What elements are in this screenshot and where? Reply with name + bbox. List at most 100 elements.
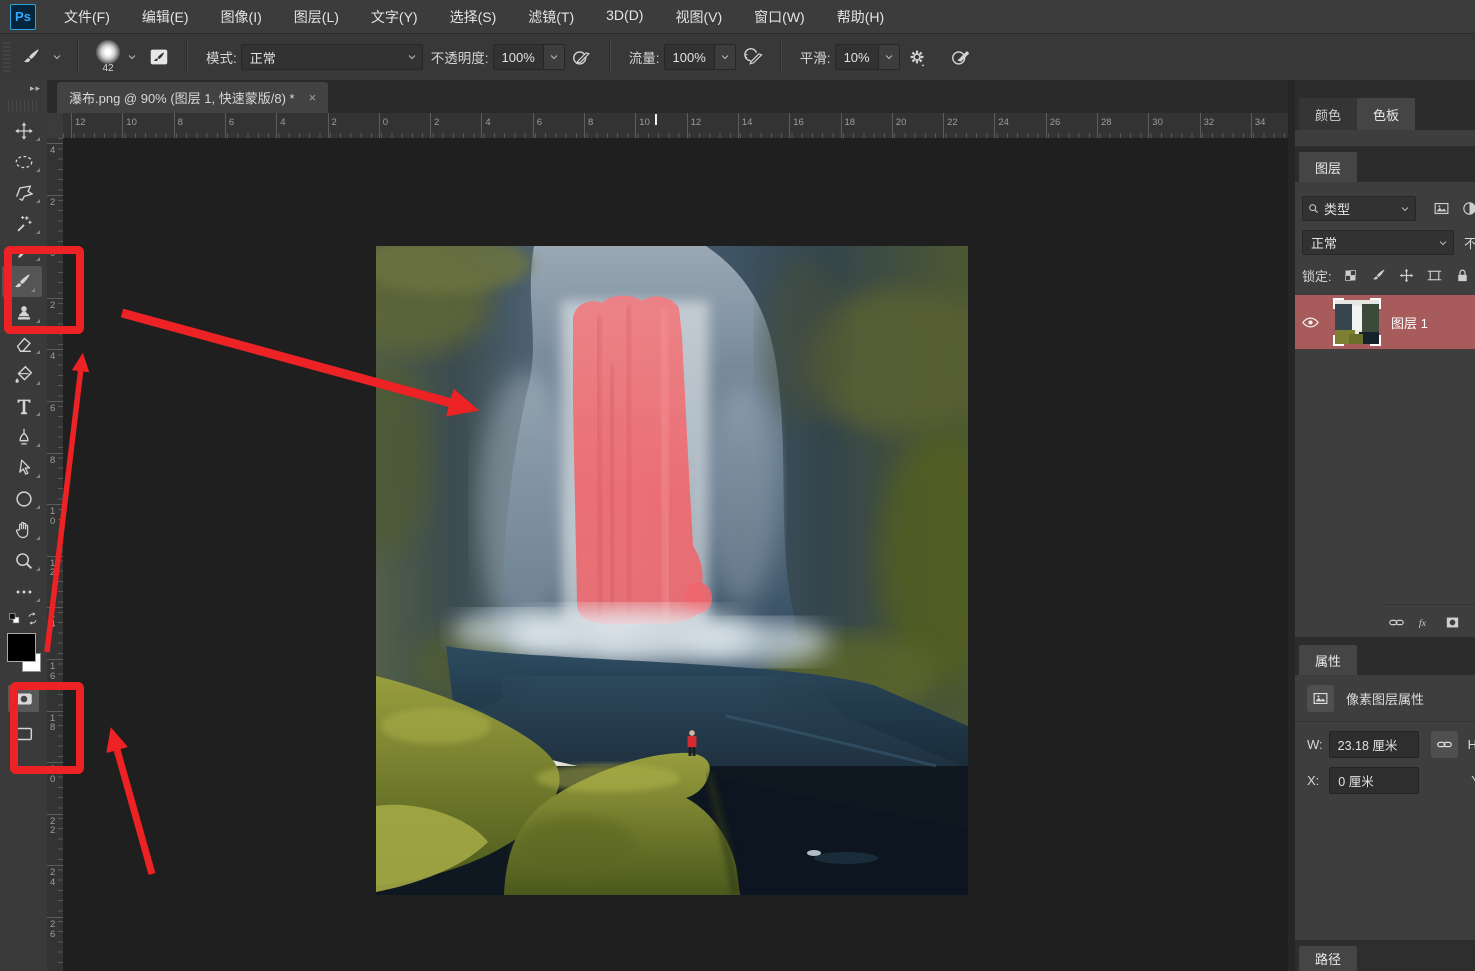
h-ruler-label-14: 16 (793, 117, 804, 128)
options-grip (2, 42, 10, 72)
lock-paint-icon[interactable] (1368, 264, 1390, 286)
lock-all-icon[interactable] (1452, 264, 1474, 286)
ellipse-tool[interactable] (0, 483, 47, 514)
link-layers-icon[interactable] (1385, 611, 1407, 633)
mode-select[interactable]: 正常 (241, 44, 423, 70)
toggle-brush-settings-icon[interactable] (146, 44, 172, 70)
airbrush-icon[interactable] (740, 44, 766, 70)
smoothing-options-gear-icon[interactable] (904, 44, 930, 70)
h-ruler-label-3: 6 (229, 117, 234, 128)
menu-item-2[interactable]: 图像(I) (221, 7, 262, 27)
panel-divider[interactable] (1288, 80, 1295, 971)
filter-adjustment-icon[interactable] (1458, 198, 1475, 220)
v-ruler-label-11: 1 8 (50, 714, 55, 733)
smoothing-dropdown[interactable] (879, 44, 900, 70)
v-ruler-label-13: 2 2 (50, 817, 55, 836)
elliptical-marquee-tool[interactable] (0, 146, 47, 177)
h-ruler-label-12: 12 (691, 117, 702, 128)
document-canvas[interactable] (376, 246, 968, 895)
pressure-size-icon[interactable] (948, 44, 974, 70)
foreground-color-swatch[interactable] (7, 633, 36, 662)
h-ruler-label-20: 28 (1101, 117, 1112, 128)
h-ruler-label-10: 8 (588, 117, 593, 128)
color-swatches-tabs: 颜色 色板 (1295, 92, 1475, 130)
brush-tool-icon (18, 44, 44, 70)
menu-item-10[interactable]: 帮助(H) (837, 7, 884, 27)
brush-tool[interactable] (2, 266, 42, 297)
tab-properties[interactable]: 属性 (1299, 645, 1357, 675)
layer-effects-icon[interactable]: fx (1413, 611, 1435, 633)
menu-item-7[interactable]: 3D(D) (606, 7, 643, 27)
brush-preset-button[interactable]: 42 (89, 38, 142, 76)
tab-color[interactable]: 颜色 (1299, 98, 1357, 130)
tab-layers[interactable]: 图层 (1299, 152, 1357, 182)
menu-item-8[interactable]: 视图(V) (675, 7, 722, 27)
flow-dropdown[interactable] (715, 44, 736, 70)
properties-panel-body: 像素图层属性 W: 23.18 厘米 H X: 0 厘米 Y (1295, 675, 1475, 940)
close-icon[interactable]: × (309, 90, 317, 105)
paint-bucket-tool[interactable] (0, 359, 47, 390)
layer-row[interactable]: 图层 1 (1295, 295, 1475, 349)
v-ruler-label-3: 2 (50, 301, 55, 311)
x-field[interactable]: 0 厘米 (1329, 767, 1419, 794)
clone-stamp-tool[interactable] (0, 297, 47, 328)
menu-item-6[interactable]: 滤镜(T) (528, 7, 574, 27)
pixel-layer-icon (1307, 685, 1334, 712)
move-tool[interactable] (0, 115, 47, 146)
v-ruler-label-9: 1 4 (50, 610, 55, 629)
swap-colors-icon[interactable] (25, 611, 40, 629)
h-ruler-label-21: 30 (1152, 117, 1163, 128)
menu-item-3[interactable]: 图层(L) (294, 7, 339, 27)
hand-tool[interactable] (0, 514, 47, 545)
v-ruler-label-5: 6 (50, 404, 55, 414)
default-colors-icon[interactable] (7, 611, 22, 629)
screen-mode-button[interactable] (8, 720, 39, 747)
opacity-dropdown[interactable] (544, 44, 565, 70)
add-layer-mask-icon[interactable] (1441, 611, 1463, 633)
zoom-tool[interactable] (0, 545, 47, 576)
eyedropper-tool[interactable] (0, 239, 47, 266)
layer-name[interactable]: 图层 1 (1391, 313, 1428, 332)
lock-artboard-icon[interactable] (1424, 264, 1446, 286)
layer-thumbnail[interactable] (1335, 300, 1379, 344)
filter-image-icon[interactable] (1430, 198, 1452, 220)
pressure-opacity-icon[interactable] (569, 44, 595, 70)
menu-item-9[interactable]: 窗口(W) (754, 7, 805, 27)
blend-mode-select[interactable]: 正常 (1302, 230, 1454, 255)
menu-item-0[interactable]: 文件(F) (64, 7, 110, 27)
type-tool[interactable] (0, 390, 47, 421)
document-tab[interactable]: 瀑布.png @ 90% (图层 1, 快速蒙版/8) * × (57, 82, 328, 113)
flow-control[interactable]: 100% (664, 44, 736, 70)
width-field[interactable]: 23.18 厘米 (1329, 731, 1419, 758)
link-dimensions-icon[interactable] (1431, 731, 1458, 758)
tool-preset-picker[interactable] (10, 42, 67, 72)
search-icon (1307, 202, 1320, 215)
ruler-corner[interactable] (47, 113, 64, 139)
lasso-tool[interactable] (0, 177, 47, 208)
photoshop-window: Ps 文件(F) 编辑(E) 图像(I) 图层(L) 文字(Y) 选择(S) 滤镜(T) 3D… (0, 0, 1475, 971)
layer-visibility-eye-icon[interactable] (1299, 311, 1321, 333)
h-ruler-label-19: 26 (1050, 117, 1061, 128)
toolbar-collapse[interactable]: ▸▸ (0, 80, 47, 97)
separator (780, 40, 782, 74)
menu-item-1[interactable]: 编辑(E) (142, 7, 189, 27)
lock-transparent-pixels-icon[interactable] (1340, 264, 1362, 286)
pen-tool[interactable] (0, 421, 47, 452)
tool-bar: ▸▸ (0, 80, 48, 971)
menu-item-4[interactable]: 文字(Y) (371, 7, 418, 27)
opacity-control[interactable]: 100% (493, 44, 565, 70)
quick-mask-mode-button[interactable] (8, 685, 39, 712)
opacity-label: 不透明度: (431, 47, 489, 67)
smoothing-control[interactable]: 10% (835, 44, 900, 70)
lock-position-icon[interactable] (1396, 264, 1418, 286)
tab-swatches[interactable]: 色板 (1357, 98, 1415, 130)
path-selection-tool[interactable] (0, 452, 47, 483)
color-swatches (0, 633, 47, 677)
magic-wand-tool[interactable] (0, 208, 47, 239)
layer-filter-select[interactable]: 类型 (1302, 196, 1416, 221)
tab-paths[interactable]: 路径 (1299, 946, 1357, 971)
edit-toolbar[interactable] (0, 576, 47, 607)
photoshop-logo: Ps (10, 4, 36, 30)
menu-item-5[interactable]: 选择(S) (450, 7, 497, 27)
eraser-tool[interactable] (0, 328, 47, 359)
